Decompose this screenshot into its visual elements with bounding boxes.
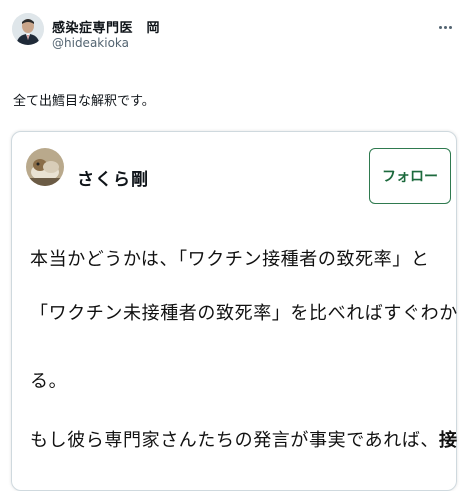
quoted-text-line-1: 本当かどうかは、「ワクチン接種者の致死率」と	[30, 249, 430, 270]
quoted-author-avatar[interactable]	[26, 148, 64, 186]
author-display-name[interactable]: 感染症専門医 岡	[52, 17, 160, 36]
author-avatar-image	[12, 13, 44, 45]
quoted-text-line-4: もし彼ら専門家さんたちの発言が事実であれば、接	[30, 426, 458, 452]
quoted-text-line-3: る。	[30, 371, 68, 392]
author-avatar[interactable]	[12, 13, 44, 45]
author-handle[interactable]: @hideakioka	[52, 36, 129, 50]
quoted-text-line-2: 「ワクチン未接種者の致死率」を比べればすぐわか	[30, 303, 458, 324]
quoted-author-name[interactable]: さくら剛	[77, 165, 149, 190]
tweet-text: 全て出鱈目な解釈です。	[13, 94, 155, 109]
quoted-avatar-image	[26, 148, 64, 186]
follow-button[interactable]: フォロー	[369, 148, 451, 204]
more-options-icon[interactable]	[434, 20, 456, 34]
quoted-text-line-4-bold: 接	[439, 430, 458, 451]
quoted-text-line-4-main: もし彼ら専門家さんたちの発言が事実であれば、	[30, 430, 440, 451]
